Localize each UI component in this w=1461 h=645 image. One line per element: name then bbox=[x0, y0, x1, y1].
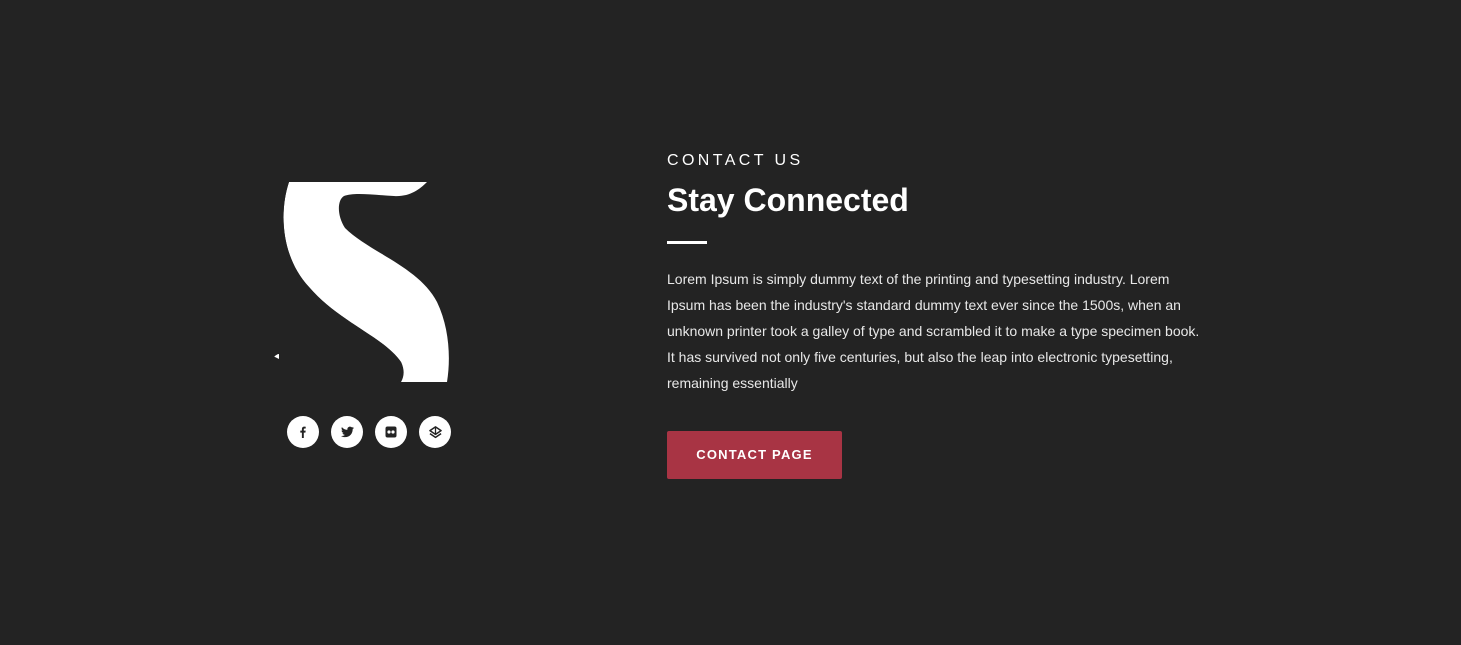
flickr-button[interactable] bbox=[375, 416, 407, 448]
section-eyebrow: CONTACT US bbox=[667, 152, 804, 169]
s-logo-icon bbox=[269, 182, 469, 382]
facebook-icon bbox=[300, 426, 306, 438]
contact-page-button[interactable]: CONTACT PAGE bbox=[667, 431, 842, 479]
flickr-icon bbox=[385, 426, 397, 438]
codepen-button[interactable] bbox=[419, 416, 451, 448]
contact-section: CONTACT US Stay Connected Lorem Ipsum is… bbox=[0, 0, 1461, 645]
social-links bbox=[287, 416, 451, 448]
codepen-icon bbox=[428, 425, 442, 438]
section-description: Lorem Ipsum is simply dummy text of the … bbox=[667, 271, 1200, 391]
twitter-icon bbox=[340, 426, 354, 438]
contact-content: CONTACT US Stay Connected Lorem Ipsum is… bbox=[667, 150, 1207, 479]
title-divider bbox=[667, 241, 707, 244]
twitter-button[interactable] bbox=[331, 416, 363, 448]
facebook-button[interactable] bbox=[287, 416, 319, 448]
section-title: Stay Connected bbox=[667, 182, 909, 218]
